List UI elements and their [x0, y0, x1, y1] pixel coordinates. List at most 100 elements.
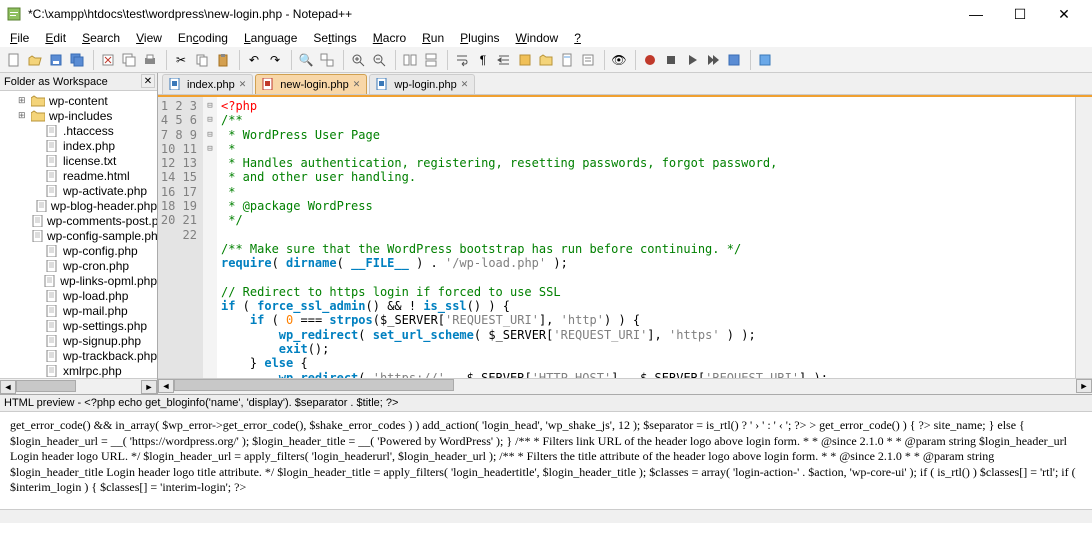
menu-view[interactable]: View: [128, 30, 170, 46]
toolbar-saveall-icon[interactable]: [67, 50, 87, 70]
editor-vscrollbar[interactable]: [1075, 97, 1092, 378]
menu-search[interactable]: Search: [74, 30, 128, 46]
toolbar-find-icon[interactable]: 🔍: [296, 50, 316, 70]
menu-plugins[interactable]: Plugins: [452, 30, 507, 46]
tree-folder[interactable]: ⊞wp-includes: [0, 108, 157, 123]
toolbar-zoomout-icon[interactable]: [369, 50, 389, 70]
menu-file[interactable]: File: [2, 30, 37, 46]
file-icon: [262, 78, 276, 92]
menu-settings[interactable]: Settings: [305, 30, 364, 46]
tree-file[interactable]: xmlrpc.php: [0, 363, 157, 378]
menu-encoding[interactable]: Encoding: [170, 30, 236, 46]
scroll-left-icon[interactable]: ◄: [158, 379, 174, 393]
editor-tab[interactable]: new-login.php✕: [255, 74, 367, 94]
toolbar-open-icon[interactable]: [25, 50, 45, 70]
menu-language[interactable]: Language: [236, 30, 305, 46]
tree-file[interactable]: wp-trackback.php: [0, 348, 157, 363]
workspace-close-icon[interactable]: ✕: [141, 74, 155, 88]
toolbar-syncv-icon[interactable]: [421, 50, 441, 70]
menu-window[interactable]: Window: [508, 30, 567, 46]
tree-item-label: .htaccess: [63, 124, 114, 138]
toolbar-close-icon[interactable]: [98, 50, 118, 70]
tab-label: wp-login.php: [394, 79, 456, 91]
fold-column[interactable]: ⊟ ⊟ ⊟ ⊟: [203, 97, 217, 378]
tree-file[interactable]: .htaccess: [0, 123, 157, 138]
window-maximize-button[interactable]: ☐: [998, 1, 1042, 27]
toolbar-playmulti-icon[interactable]: [703, 50, 723, 70]
tree-item-label: wp-comments-post.php: [47, 214, 157, 228]
menu-edit[interactable]: Edit: [37, 30, 74, 46]
preview-header-text: HTML preview - <?php echo get_bloginfo('…: [4, 397, 398, 409]
tree-file[interactable]: wp-mail.php: [0, 303, 157, 318]
toolbar-print-icon[interactable]: [140, 50, 160, 70]
tree-folder[interactable]: ⊞wp-content: [0, 93, 157, 108]
tree-file[interactable]: wp-links-opml.php: [0, 273, 157, 288]
toolbar-redo-icon[interactable]: ↷: [265, 50, 285, 70]
tree-file[interactable]: wp-settings.php: [0, 318, 157, 333]
toolbar-cut-icon[interactable]: ✂: [171, 50, 191, 70]
expand-icon[interactable]: ⊞: [18, 110, 30, 121]
menu-run[interactable]: Run: [414, 30, 452, 46]
tree-file[interactable]: wp-blog-header.php: [0, 198, 157, 213]
toolbar-record-icon[interactable]: [640, 50, 660, 70]
toolbar-undo-icon[interactable]: ↶: [244, 50, 264, 70]
sidebar-scrollbar[interactable]: ◄ ►: [0, 378, 157, 394]
window-minimize-button[interactable]: —: [954, 1, 998, 27]
toolbar-sync-icon[interactable]: [400, 50, 420, 70]
file-icon: [44, 364, 60, 378]
tree-item-label: wp-settings.php: [63, 319, 147, 333]
file-tree[interactable]: ⊞wp-content⊞wp-includes.htaccessindex.ph…: [0, 91, 157, 378]
editor-tab[interactable]: wp-login.php ✕: [369, 74, 475, 94]
toolbar-funclist-icon[interactable]: [578, 50, 598, 70]
tree-file[interactable]: wp-config-sample.php: [0, 228, 157, 243]
tree-file[interactable]: readme.html: [0, 168, 157, 183]
tree-item-label: wp-signup.php: [63, 334, 141, 348]
toolbar-savemacro-icon[interactable]: [724, 50, 744, 70]
tree-item-label: wp-config-sample.php: [47, 229, 157, 243]
toolbar-monitor-icon[interactable]: 👁: [609, 50, 629, 70]
toolbar-stop-icon[interactable]: [661, 50, 681, 70]
toolbar-zoomin-icon[interactable]: [348, 50, 368, 70]
scroll-left-icon[interactable]: ◄: [0, 380, 16, 394]
toolbar-docmap-icon[interactable]: [557, 50, 577, 70]
tree-file[interactable]: wp-config.php: [0, 243, 157, 258]
file-icon: [44, 319, 60, 333]
expand-icon[interactable]: ⊞: [18, 95, 30, 106]
tree-file[interactable]: wp-activate.php: [0, 183, 157, 198]
toolbar-indent-icon[interactable]: [494, 50, 514, 70]
menu-help[interactable]: ?: [566, 30, 589, 46]
toolbar-wrap-icon[interactable]: [452, 50, 472, 70]
toolbar-userlang-icon[interactable]: [515, 50, 535, 70]
tab-close-icon[interactable]: ✕: [239, 79, 247, 90]
tree-file[interactable]: index.php: [0, 138, 157, 153]
tree-file[interactable]: wp-cron.php: [0, 258, 157, 273]
toolbar-closeall-icon[interactable]: [119, 50, 139, 70]
tree-file[interactable]: license.txt: [0, 153, 157, 168]
toolbar-save-icon[interactable]: [46, 50, 66, 70]
toolbar-showall-icon[interactable]: ¶: [473, 50, 493, 70]
workspace-panel-title: Folder as Workspace: [4, 76, 108, 88]
code-editor[interactable]: 1 2 3 4 5 6 7 8 9 10 11 12 13 14 15 16 1…: [158, 97, 1092, 378]
toolbar-preview-icon[interactable]: [755, 50, 775, 70]
file-icon: [44, 259, 60, 273]
tree-file[interactable]: wp-signup.php: [0, 333, 157, 348]
scroll-right-icon[interactable]: ►: [141, 380, 157, 394]
editor-tab[interactable]: index.php✕: [162, 74, 253, 94]
scroll-right-icon[interactable]: ►: [1076, 379, 1092, 393]
toolbar-new-icon[interactable]: [4, 50, 24, 70]
window-titlebar: *C:\xampp\htdocs\test\wordpress\new-logi…: [0, 0, 1092, 28]
tab-close-icon[interactable]: ✕: [461, 79, 469, 90]
toolbar-copy-icon[interactable]: [192, 50, 212, 70]
toolbar-folder-icon[interactable]: [536, 50, 556, 70]
tree-file[interactable]: wp-load.php: [0, 288, 157, 303]
toolbar-replace-icon[interactable]: [317, 50, 337, 70]
editor-hscrollbar[interactable]: ◄ ►: [158, 378, 1092, 394]
tree-file[interactable]: wp-comments-post.php: [0, 213, 157, 228]
menu-macro[interactable]: Macro: [365, 30, 414, 46]
tab-close-icon[interactable]: ✕: [353, 79, 361, 90]
toolbar-play-icon[interactable]: [682, 50, 702, 70]
code-text[interactable]: <?php /** * WordPress User Page * * Hand…: [217, 97, 1075, 378]
tree-item-label: wp-cron.php: [63, 259, 129, 273]
toolbar-paste-icon[interactable]: [213, 50, 233, 70]
window-close-button[interactable]: ✕: [1042, 1, 1086, 27]
